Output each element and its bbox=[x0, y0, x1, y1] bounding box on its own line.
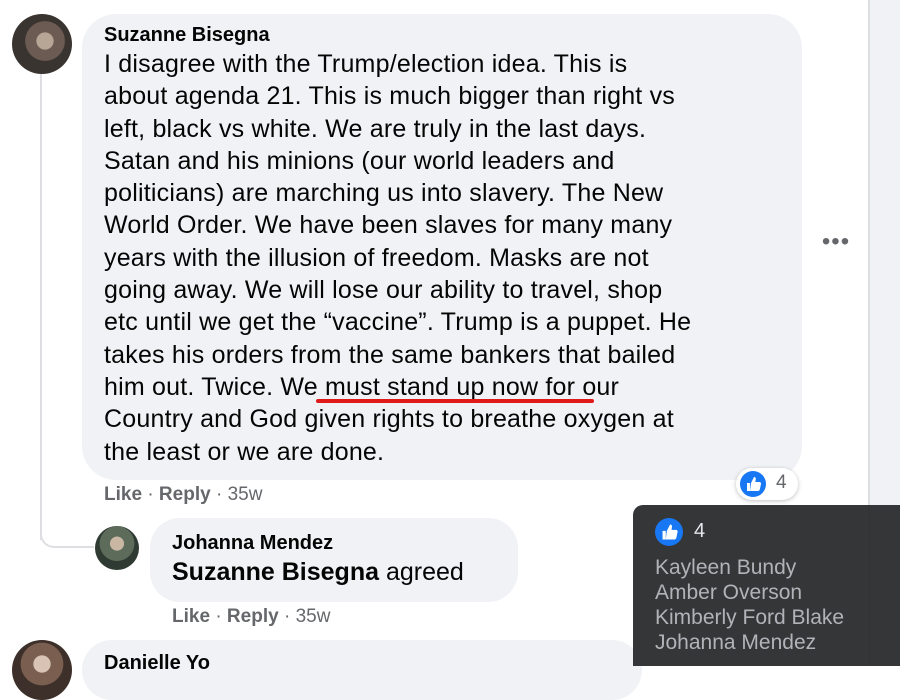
comment-actions: Like · Reply · 35w bbox=[104, 484, 262, 506]
avatar-johanna-mendez[interactable] bbox=[95, 526, 139, 570]
comment-line: left, black vs white. We are truly in th… bbox=[104, 114, 647, 143]
comment-line: World Order. We have been slaves for man… bbox=[104, 211, 673, 240]
comment-author[interactable]: Suzanne Bisegna bbox=[104, 24, 270, 47]
comment-line: politicians) are marching us into slaver… bbox=[104, 179, 664, 208]
reactor-name: Kayleen Bundy bbox=[655, 556, 797, 579]
separator: · bbox=[283, 606, 291, 627]
reactor-list: Kayleen Bundy Amber Overson Kimberly For… bbox=[655, 555, 844, 655]
reply-link[interactable]: Reply bbox=[159, 484, 211, 505]
comment-line: I disagree with the Trump/election idea.… bbox=[104, 50, 628, 78]
separator: · bbox=[215, 484, 223, 505]
thread-line bbox=[40, 68, 42, 540]
comment-line: going away. We will lose our ability to … bbox=[104, 276, 663, 305]
reactor-name: Johanna Mendez bbox=[655, 631, 817, 654]
timestamp[interactable]: 35w bbox=[228, 484, 263, 505]
more-options-icon[interactable]: ••• bbox=[818, 230, 854, 260]
reply-text: Suzanne Bisegna agreed bbox=[172, 558, 464, 587]
timestamp[interactable]: 35w bbox=[296, 606, 331, 627]
comment-text: I disagree with the Trump/election idea.… bbox=[104, 48, 794, 468]
comment-author[interactable]: Danielle Yo bbox=[104, 652, 210, 675]
red-underline-annotation bbox=[316, 399, 594, 403]
comment-line: years with the illusion of freedom. Mask… bbox=[104, 243, 649, 272]
comment-line: about agenda 21. This is much bigger tha… bbox=[104, 82, 675, 111]
like-link[interactable]: Like bbox=[104, 484, 142, 505]
reactor-name: Kimberly Ford Blake bbox=[655, 606, 845, 629]
reaction-summary[interactable]: 4 bbox=[736, 468, 798, 500]
separator: · bbox=[147, 484, 154, 505]
reply-author[interactable]: Johanna Mendez bbox=[172, 532, 333, 555]
avatar-suzanne-bisegna[interactable] bbox=[12, 14, 72, 74]
thread-connector bbox=[40, 510, 94, 548]
reactions-tooltip: 4 Kayleen Bundy Amber Overson Kimberly F… bbox=[633, 505, 900, 666]
thumbs-up-icon bbox=[740, 471, 766, 497]
comment-line: etc until we get the “vaccine”. Trump is… bbox=[104, 308, 692, 337]
reply-text-rest: agreed bbox=[379, 558, 464, 586]
reply-actions: Like · Reply · 35w bbox=[172, 606, 330, 628]
separator: · bbox=[215, 606, 222, 627]
reply-link[interactable]: Reply bbox=[227, 606, 279, 627]
comment-line: Satan and his minions (our world leaders… bbox=[104, 146, 615, 175]
avatar-danielle[interactable] bbox=[12, 640, 72, 700]
comment-line: takes his orders from the same bankers t… bbox=[104, 340, 676, 369]
like-link[interactable]: Like bbox=[172, 606, 210, 627]
mention-link[interactable]: Suzanne Bisegna bbox=[172, 558, 379, 586]
reaction-count: 4 bbox=[776, 472, 787, 493]
comment-line: Country and God given rights to breathe … bbox=[104, 405, 674, 434]
reactor-name: Amber Overson bbox=[655, 581, 803, 604]
tooltip-count: 4 bbox=[694, 520, 706, 542]
thumbs-up-icon bbox=[655, 518, 683, 546]
comment-line: the least or we are done. bbox=[104, 437, 385, 466]
